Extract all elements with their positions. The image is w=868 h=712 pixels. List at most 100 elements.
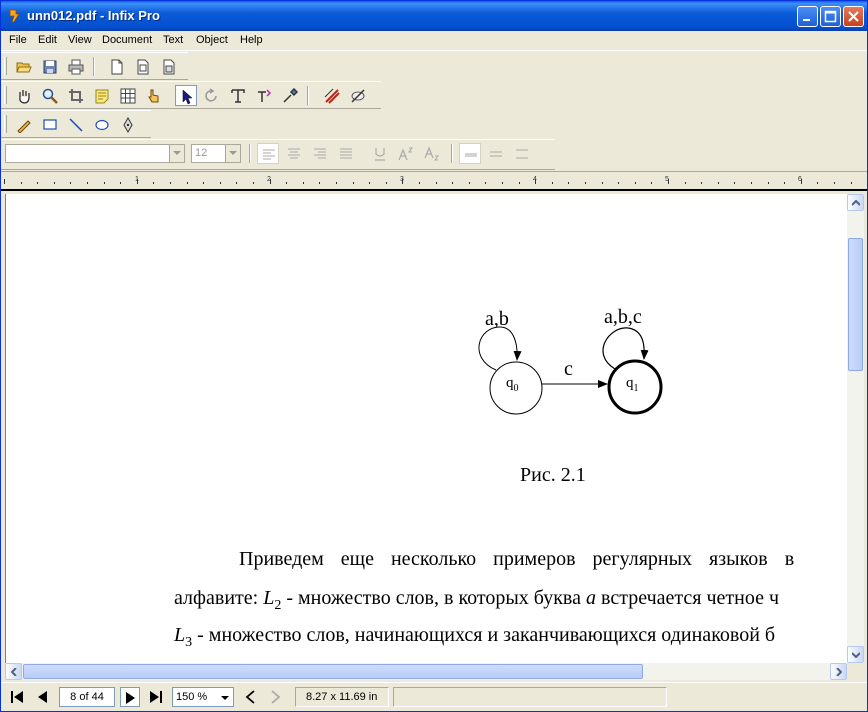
- page-icon: [137, 59, 149, 75]
- ruler-tick: [103, 182, 105, 184]
- line-spacing-one-half[interactable]: [485, 143, 507, 164]
- close-button[interactable]: [843, 6, 864, 27]
- page-copy-button[interactable]: [158, 56, 180, 77]
- page-size-panel: 8.27 x 11.69 in: [295, 687, 389, 707]
- ruler-tick: [784, 182, 786, 184]
- scroll-up-button[interactable]: [847, 194, 864, 211]
- toolbar-grip[interactable]: [4, 57, 7, 75]
- page-number-field[interactable]: 8 of 44: [59, 687, 115, 707]
- rotate-tool[interactable]: [201, 85, 223, 106]
- maximize-button[interactable]: [820, 6, 841, 27]
- underline-button[interactable]: [369, 143, 391, 164]
- new-page-button[interactable]: [106, 56, 128, 77]
- pencil-tool[interactable]: [13, 114, 35, 135]
- ruler-tick: [551, 182, 553, 184]
- format-toolbar: 12: [1, 139, 555, 170]
- align-justify-button[interactable]: [335, 143, 357, 164]
- text-tool[interactable]: [227, 85, 249, 106]
- line-spacing-single[interactable]: [459, 143, 481, 164]
- crop-tool[interactable]: [65, 85, 87, 106]
- zoom-tool[interactable]: [39, 85, 61, 106]
- ruler-tick: [369, 182, 371, 184]
- menu-view[interactable]: View: [68, 34, 92, 46]
- underline-icon: [375, 148, 385, 161]
- title-bar[interactable]: unn012.pdf - Infix Pro: [1, 1, 867, 31]
- select-arrow-icon: [182, 89, 193, 105]
- document-page[interactable]: q0 q1 a,b a,b,c c Рис. 2.1 Приведем еще …: [5, 194, 847, 663]
- horizontal-scrollbar[interactable]: [5, 663, 847, 680]
- menu-edit[interactable]: Edit: [38, 34, 57, 46]
- align-center-button[interactable]: [283, 143, 305, 164]
- menu-document[interactable]: Document: [102, 34, 152, 46]
- strike-tool[interactable]: [321, 85, 343, 106]
- ruler-tick: [850, 182, 852, 184]
- forward-view-button[interactable]: [265, 687, 285, 707]
- select-tool[interactable]: [175, 85, 197, 106]
- rectangle-tool[interactable]: [39, 114, 61, 135]
- save-icon: [43, 60, 57, 74]
- minimize-icon: [803, 19, 810, 21]
- open-button[interactable]: [13, 56, 35, 77]
- line-spacing-double[interactable]: [511, 143, 533, 164]
- ruler-tick: [684, 182, 686, 184]
- eyedropper-tool[interactable]: [279, 85, 301, 106]
- horizontal-scroll-thumb[interactable]: [23, 664, 643, 679]
- size-dropdown-arrow[interactable]: [225, 145, 240, 162]
- app-window: unn012.pdf - Infix Pro File Edit View Do…: [0, 0, 868, 712]
- chevron-down-icon: [229, 151, 237, 155]
- state-q0-label: q0: [506, 375, 519, 394]
- subscript-button[interactable]: [421, 143, 443, 164]
- scroll-down-button[interactable]: [847, 646, 864, 663]
- text-flow-tool[interactable]: [253, 85, 275, 106]
- vertical-scrollbar[interactable]: [847, 194, 864, 663]
- note-tool[interactable]: [91, 85, 113, 106]
- menu-object[interactable]: Object: [196, 34, 228, 46]
- ellipse-tool[interactable]: [91, 114, 113, 135]
- previous-page-button[interactable]: [32, 687, 52, 707]
- grid-tool[interactable]: [117, 85, 139, 106]
- menu-text[interactable]: Text: [163, 34, 183, 46]
- pointer-finger-tool[interactable]: [143, 85, 165, 106]
- align-left-button[interactable]: [257, 143, 279, 164]
- print-button[interactable]: [65, 56, 87, 77]
- page-button[interactable]: [132, 56, 154, 77]
- toolbar-separator: [307, 86, 309, 105]
- superscript-button[interactable]: [395, 143, 417, 164]
- ruler-tick: [253, 182, 254, 184]
- chevron-left-icon: [11, 668, 17, 676]
- next-page-button[interactable]: [120, 687, 140, 707]
- font-name-select[interactable]: [5, 144, 185, 163]
- transition-c-label: c: [564, 358, 573, 380]
- first-page-button[interactable]: [7, 687, 27, 707]
- hand-icon: [19, 90, 30, 104]
- back-view-button[interactable]: [241, 687, 261, 707]
- menu-help[interactable]: Help: [240, 34, 263, 46]
- align-right-button[interactable]: [309, 143, 331, 164]
- ruler-tick: [20, 182, 22, 184]
- ruler-tick: [751, 182, 752, 184]
- line-tool[interactable]: [65, 114, 87, 135]
- zoom-select[interactable]: 150 %: [172, 687, 234, 707]
- chevron-down-icon: [852, 652, 860, 658]
- ruler-tick: [203, 182, 205, 184]
- font-dropdown-arrow[interactable]: [169, 145, 184, 162]
- ruler-label: 5: [665, 176, 669, 183]
- ruler-tick: [651, 182, 653, 184]
- vertical-scroll-thumb[interactable]: [848, 238, 863, 371]
- paragraph-line-2: алфавите: L2 - множество слов, в которых…: [174, 587, 779, 613]
- ruler-tick: [834, 182, 835, 184]
- save-button[interactable]: [39, 56, 61, 77]
- scroll-right-button[interactable]: [830, 663, 847, 680]
- last-page-button[interactable]: [146, 687, 166, 707]
- chevron-right-icon: [836, 668, 842, 676]
- menu-file[interactable]: File: [9, 34, 27, 46]
- toolbar-grip[interactable]: [4, 115, 7, 133]
- pen-nib-tool[interactable]: [117, 114, 139, 135]
- hide-tool[interactable]: [347, 85, 369, 106]
- minimize-button[interactable]: [797, 6, 818, 27]
- toolbar-grip[interactable]: [4, 86, 7, 104]
- scroll-left-button[interactable]: [5, 663, 22, 680]
- font-size-select[interactable]: 12: [191, 144, 241, 163]
- hand-tool[interactable]: [13, 85, 35, 106]
- ruler-tick: [485, 182, 487, 184]
